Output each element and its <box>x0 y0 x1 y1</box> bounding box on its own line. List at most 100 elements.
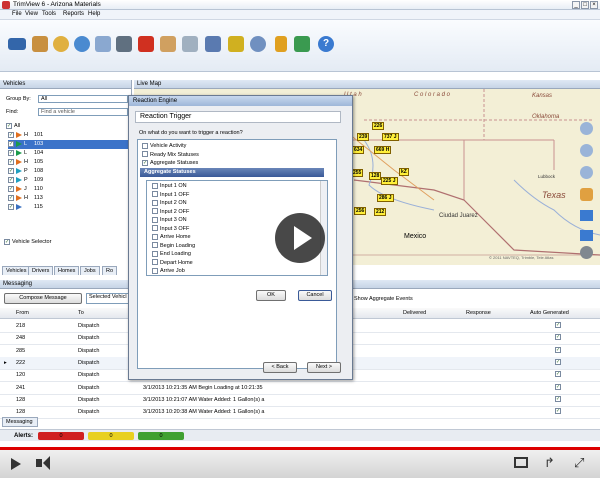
status-checkbox[interactable] <box>152 259 158 266</box>
column-from[interactable]: From <box>16 310 29 316</box>
status-option[interactable]: Depart Home <box>150 259 193 268</box>
tab-ro[interactable]: Ro <box>102 266 118 275</box>
tab-jobs[interactable]: Jobs <box>80 266 100 275</box>
vehicle-checkbox[interactable]: ✓ <box>8 131 14 138</box>
vehicle-tree-item[interactable]: ✓ 115 <box>8 203 130 212</box>
maximize-button[interactable]: □ <box>581 1 589 9</box>
status-checkbox[interactable] <box>152 233 158 240</box>
status-checkbox[interactable] <box>152 216 158 223</box>
message-row[interactable]: 128 Dispatch 3/1/2013 10:21:07 AM Water Ad… <box>0 394 600 407</box>
vehicle-marker[interactable]: 669 H <box>374 146 392 154</box>
next-button[interactable]: Next > <box>307 362 341 373</box>
vehicle-checkbox[interactable]: ✓ <box>8 167 14 174</box>
route-icon[interactable] <box>182 36 198 52</box>
menu-file[interactable]: File <box>12 11 22 17</box>
vehicle-marker[interactable]: 737 J <box>382 133 399 141</box>
vehicle-marker[interactable]: 286 J <box>377 194 394 202</box>
trigger-checkbox[interactable] <box>142 142 148 149</box>
trigger-checkbox[interactable] <box>142 151 148 158</box>
compose-message-button[interactable]: Compose Message <box>4 293 82 304</box>
vehicle-tree-item[interactable]: ✓ L 103 <box>8 140 130 149</box>
status-checkbox[interactable] <box>152 199 158 206</box>
selected-vehicle-filter[interactable]: Selected Vehicl <box>86 293 131 304</box>
edit-icon[interactable] <box>160 36 176 52</box>
vehicle-marker[interactable]: kZ <box>399 168 409 176</box>
status-option[interactable]: Arrive Job <box>150 267 185 275</box>
vehicle-marker[interactable]: 226 <box>372 122 385 130</box>
close-button[interactable]: × <box>590 1 598 9</box>
ok-button[interactable]: OK <box>256 290 286 301</box>
vehicle-checkbox[interactable]: ✓ <box>8 158 14 165</box>
column-delivered[interactable]: Delivered <box>403 310 426 316</box>
arrow-right-icon[interactable] <box>580 230 593 241</box>
column-response[interactable]: Response <box>466 310 491 316</box>
status-option[interactable]: Input 2 OFF <box>150 208 189 217</box>
status-option[interactable]: Arrive Home <box>150 233 191 242</box>
import-icon[interactable] <box>294 36 310 52</box>
vehicle-marker[interactable]: 212 <box>374 208 387 216</box>
status-option[interactable]: Input 2 ON <box>150 199 187 208</box>
cancel-button[interactable]: Cancel <box>298 290 332 301</box>
vehicle-marker[interactable]: 225 J <box>381 177 398 185</box>
fullscreen-icon[interactable]: ⤢ <box>574 456 590 470</box>
status-checkbox[interactable] <box>152 250 158 257</box>
arrow-left-icon[interactable] <box>580 210 593 221</box>
tab-drivers[interactable]: Drivers <box>28 266 54 275</box>
status-option[interactable]: Input 3 ON <box>150 216 187 225</box>
vehicle-checkbox[interactable]: ✓ <box>8 194 14 201</box>
show-aggregate-events-option[interactable]: Show Aggregate Events <box>354 296 413 302</box>
status-option[interactable]: Input 1 ON <box>150 182 187 191</box>
vehicle-marker[interactable]: 634 <box>352 146 365 154</box>
vehicle-tree-item[interactable]: ✓ H 101 <box>8 131 130 140</box>
play-icon[interactable] <box>11 458 21 470</box>
status-checkbox[interactable] <box>152 225 158 232</box>
trigger-option[interactable]: Ready Mix Statuses <box>140 151 199 160</box>
alert-count-badge[interactable]: 0 <box>38 432 84 440</box>
tree-root[interactable]: ✓ All <box>6 122 128 131</box>
status-checkbox[interactable] <box>152 208 158 215</box>
message-row[interactable]: 241 Dispatch 3/1/2013 10:21:35 AM Begin Lo… <box>0 382 600 395</box>
column-to[interactable]: To <box>78 310 84 316</box>
report-icon[interactable] <box>116 36 132 52</box>
alert-count-badge[interactable]: 0 <box>138 432 184 440</box>
person-icon[interactable] <box>138 36 154 52</box>
vehicle-tree-item[interactable]: ✓ H 105 <box>8 158 130 167</box>
vehicle-selector-option[interactable]: ✓ Vehicle Selector <box>4 238 126 247</box>
status-checkbox[interactable] <box>152 182 158 189</box>
find-vehicle-input[interactable]: Find a vehicle <box>38 108 128 116</box>
vehicle-marker[interactable]: 239 <box>357 133 370 141</box>
tab-messaging[interactable]: Messaging <box>2 417 38 427</box>
truck-icon[interactable] <box>8 38 26 50</box>
zoom-extent-icon[interactable] <box>580 166 593 179</box>
menu-tools[interactable]: Tools <box>42 11 56 17</box>
vehicle-checkbox[interactable]: ✓ <box>8 203 14 210</box>
trigger-option[interactable]: ✓ Aggregate Statuses <box>140 159 198 168</box>
menu-help[interactable]: Help <box>88 11 100 17</box>
vehicle-checkbox[interactable]: ✓ <box>8 176 14 183</box>
pan-hand-icon[interactable] <box>580 188 593 201</box>
status-option[interactable]: Input 1 OFF <box>150 191 189 200</box>
lock-icon[interactable] <box>205 36 221 52</box>
group-by-select[interactable]: All <box>38 95 128 103</box>
globe-icon[interactable] <box>74 36 90 52</box>
vehicle-tree-item[interactable]: ✓ P 109 <box>8 176 130 185</box>
video-progress-bar[interactable] <box>0 447 600 450</box>
trigger-option[interactable]: Vehicle Activity <box>140 142 186 151</box>
share-icon[interactable]: ↱ <box>544 456 560 469</box>
alert-count-badge[interactable]: 0 <box>88 432 134 440</box>
zoom-out-icon[interactable] <box>580 144 593 157</box>
vehicle-tree-item[interactable]: ✓ P 108 <box>8 167 130 176</box>
tab-homes[interactable]: Homes <box>54 266 80 275</box>
vehicle-checkbox[interactable]: ✓ <box>8 149 14 156</box>
menu-view[interactable]: View <box>25 11 38 17</box>
vehicle-checkbox[interactable]: ✓ <box>8 185 14 192</box>
document-icon[interactable] <box>275 36 287 52</box>
help-icon[interactable]: ? <box>318 36 334 52</box>
volume-icon[interactable] <box>36 459 42 467</box>
status-option[interactable]: Begin Loading <box>150 242 195 251</box>
play-overlay-icon[interactable] <box>275 213 325 263</box>
map-pin-icon[interactable] <box>32 36 48 52</box>
window-icon[interactable] <box>95 36 111 52</box>
status-checkbox[interactable] <box>152 242 158 249</box>
tab-vehicles[interactable]: Vehicles <box>2 266 31 275</box>
